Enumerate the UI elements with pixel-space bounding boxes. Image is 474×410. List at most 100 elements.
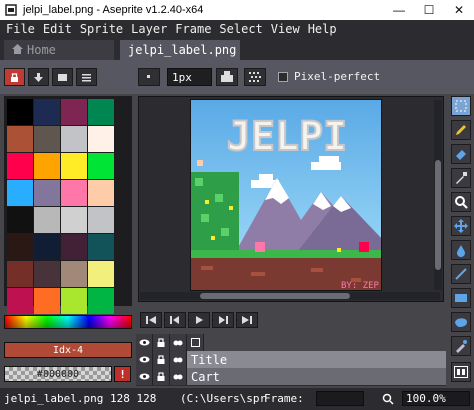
layer-name[interactable]: Title: [187, 351, 446, 368]
menu-frame[interactable]: Frame: [173, 22, 217, 36]
vertical-scrollbar[interactable]: [434, 100, 442, 290]
previous-frame-icon[interactable]: [164, 312, 186, 328]
palette-swatch[interactable]: [88, 288, 114, 314]
menu-file[interactable]: File: [4, 22, 41, 36]
layer-options-icon[interactable]: [187, 334, 204, 351]
menu-help[interactable]: Help: [306, 22, 343, 36]
palette-swatch[interactable]: [61, 261, 87, 287]
palette-toolbar: [4, 64, 128, 90]
menu-layer[interactable]: Layer: [129, 22, 173, 36]
palette-swatch[interactable]: [7, 180, 33, 206]
brush-type-button[interactable]: [138, 68, 160, 86]
move-icon[interactable]: [451, 216, 471, 236]
warning-icon[interactable]: !: [114, 366, 131, 382]
rectangle-tool-icon[interactable]: [451, 288, 471, 308]
brush-size-input[interactable]: 1px: [167, 68, 212, 86]
ink-type-button[interactable]: [216, 68, 238, 86]
pencil-icon[interactable]: [451, 120, 471, 140]
palette-swatch[interactable]: [34, 126, 60, 152]
rectangular-marquee-tool[interactable]: [451, 96, 471, 116]
tab-jelpi-label[interactable]: jelpi_label.png: [120, 40, 240, 60]
palette-swatch[interactable]: [61, 126, 87, 152]
timeline-toggle-icon[interactable]: [451, 362, 471, 382]
layer-row-title[interactable]: Title: [136, 351, 446, 368]
eye-icon[interactable]: [136, 368, 153, 385]
palette-swatch[interactable]: [88, 99, 114, 125]
palette-swatch[interactable]: [88, 234, 114, 260]
lock-icon[interactable]: [153, 368, 170, 385]
palette-swatch[interactable]: [7, 288, 33, 314]
palette-swatch[interactable]: [61, 99, 87, 125]
palette-swatch[interactable]: [61, 207, 87, 233]
menu-select[interactable]: Select: [217, 22, 268, 36]
tab-home[interactable]: Home: [4, 40, 114, 60]
vertical-scroll-thumb[interactable]: [435, 160, 441, 270]
zoom-icon[interactable]: [451, 192, 471, 212]
first-frame-icon[interactable]: [140, 312, 162, 328]
palette-swatch[interactable]: [7, 99, 33, 125]
palette-swatch[interactable]: [7, 234, 33, 260]
lock-header-icon[interactable]: [153, 334, 170, 351]
palette-swatch[interactable]: [88, 207, 114, 233]
sprite-canvas[interactable]: JELPI BY: ZEP: [190, 99, 382, 291]
continuous-icon[interactable]: [170, 368, 187, 385]
line-tool-icon[interactable]: [451, 264, 471, 284]
visibility-header-eye-icon[interactable]: [136, 334, 153, 351]
palette-swatch[interactable]: [88, 126, 114, 152]
minimize-button[interactable]: —: [384, 0, 414, 20]
palette-swatch[interactable]: [88, 261, 114, 287]
palette-swatch[interactable]: [7, 207, 33, 233]
eyedropper-icon[interactable]: [451, 168, 471, 188]
status-sprite-size: 128 128: [110, 392, 157, 405]
palette-swatch[interactable]: [61, 153, 87, 179]
lock-icon[interactable]: [153, 351, 170, 368]
blur-tool-icon[interactable]: [451, 336, 471, 356]
palette-swatch[interactable]: [61, 288, 87, 314]
last-frame-icon[interactable]: [236, 312, 258, 328]
pixel-perfect-checkbox[interactable]: [278, 72, 288, 82]
menu-edit[interactable]: Edit: [41, 22, 78, 36]
zoom-input[interactable]: 100.0%: [402, 391, 470, 406]
background-color-button[interactable]: #000000: [4, 366, 112, 382]
horizontal-scrollbar[interactable]: [140, 292, 440, 300]
play-icon[interactable]: [188, 312, 210, 328]
palette-swatch[interactable]: [7, 153, 33, 179]
horizontal-scroll-thumb[interactable]: [200, 293, 350, 299]
next-frame-icon[interactable]: [212, 312, 234, 328]
status-filename: jelpi_label.png: [4, 392, 104, 405]
dither-pattern-button[interactable]: [244, 68, 266, 86]
palette-swatch[interactable]: [88, 153, 114, 179]
palette-swatch[interactable]: [7, 126, 33, 152]
eraser-icon[interactable]: [451, 144, 471, 164]
eye-icon[interactable]: [136, 351, 153, 368]
palette-lock-button[interactable]: [4, 68, 25, 86]
paint-bucket-icon[interactable]: [451, 240, 471, 260]
maximize-button[interactable]: ☐: [414, 0, 444, 20]
close-button[interactable]: ✕: [444, 0, 474, 20]
palette-swatch[interactable]: [88, 180, 114, 206]
layer-row-cart[interactable]: Cart: [136, 368, 446, 385]
palette-swatch[interactable]: [34, 99, 60, 125]
menu-view[interactable]: View: [269, 22, 306, 36]
foreground-color-button[interactable]: Idx-4: [4, 342, 132, 358]
palette-swatch[interactable]: [61, 180, 87, 206]
frame-input[interactable]: [316, 391, 364, 406]
continuous-header-icon[interactable]: [170, 334, 187, 351]
palette-options-button[interactable]: [52, 68, 73, 86]
palette-swatch[interactable]: [34, 153, 60, 179]
palette-swatch[interactable]: [61, 234, 87, 260]
palette-swatch[interactable]: [34, 261, 60, 287]
hue-color-bar[interactable]: [4, 315, 132, 329]
palette-sort-down-icon[interactable]: [28, 68, 49, 86]
layer-name[interactable]: Cart: [187, 368, 446, 385]
menu-sprite[interactable]: Sprite: [78, 22, 129, 36]
contour-tool-icon[interactable]: [451, 312, 471, 332]
palette-swatch[interactable]: [34, 180, 60, 206]
palette-swatch[interactable]: [34, 234, 60, 260]
palette-swatch[interactable]: [34, 288, 60, 314]
animation-controls: [138, 310, 444, 330]
palette-swatch[interactable]: [34, 207, 60, 233]
palette-menu-icon[interactable]: [76, 68, 97, 86]
palette-swatch[interactable]: [7, 261, 33, 287]
continuous-icon[interactable]: [170, 351, 187, 368]
